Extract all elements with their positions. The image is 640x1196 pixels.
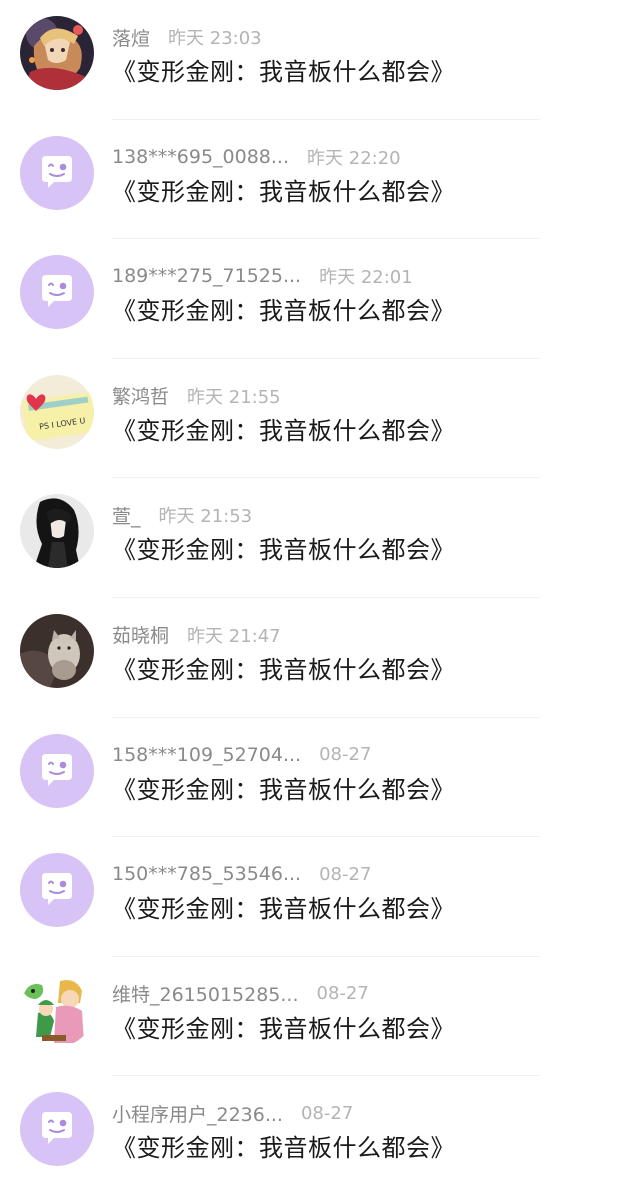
- list-item[interactable]: 138***695_0088... 昨天 22:20 《变形金刚：我音板什么都会…: [0, 120, 640, 240]
- username[interactable]: 维特_2615015285...: [112, 980, 299, 1007]
- username[interactable]: 落煊: [112, 24, 150, 51]
- username[interactable]: 158***109_52704...: [112, 744, 301, 766]
- comment-text: 《变形金刚：我音板什么都会》: [112, 416, 455, 445]
- timestamp: 昨天 21:47: [187, 625, 281, 647]
- timestamp: 昨天 21:55: [187, 386, 281, 408]
- avatar[interactable]: [20, 1092, 94, 1167]
- comment-text: 《变形金刚：我音板什么都会》: [112, 775, 455, 804]
- avatar[interactable]: [20, 135, 94, 210]
- default-chat-avatar-icon: [20, 853, 94, 928]
- comment-text: 《变形金刚：我音板什么都会》: [112, 297, 455, 326]
- comment-list: 落煊 昨天 23:03 《变形金刚：我音板什么都会》 138***695_008…: [0, 0, 640, 1196]
- cat-avatar-icon: [20, 613, 94, 688]
- default-chat-avatar-icon: [20, 135, 94, 210]
- comment-text: 《变形金刚：我音板什么都会》: [112, 1134, 455, 1163]
- dark-hair-avatar-icon: [20, 494, 94, 569]
- list-item[interactable]: 189***275_71525... 昨天 22:01 《变形金刚：我音板什么都…: [0, 239, 640, 359]
- avatar[interactable]: [20, 972, 94, 1047]
- default-chat-avatar-icon: [20, 1092, 94, 1167]
- username[interactable]: 小程序用户_2236...: [112, 1100, 283, 1127]
- avatar[interactable]: [20, 494, 94, 569]
- comment-text: 《变形金刚：我音板什么都会》: [112, 895, 455, 924]
- anime-avatar-icon: [20, 16, 94, 90]
- avatar[interactable]: [20, 613, 94, 688]
- list-item[interactable]: 萱_ 昨天 21:53 《变形金刚：我音板什么都会》: [0, 478, 640, 598]
- comment-text: 《变形金刚：我音板什么都会》: [112, 177, 455, 206]
- list-item[interactable]: 维特_2615015285... 08-27 《变形金刚：我音板什么都会》: [0, 957, 640, 1077]
- default-chat-avatar-icon: [20, 733, 94, 808]
- timestamp: 08-27: [319, 863, 372, 885]
- avatar[interactable]: [20, 853, 94, 928]
- list-item[interactable]: 150***785_53546... 08-27 《变形金刚：我音板什么都会》: [0, 837, 640, 957]
- timestamp: 08-27: [316, 983, 369, 1005]
- avatar[interactable]: [20, 255, 94, 330]
- timestamp: 昨天 22:01: [319, 267, 413, 289]
- avatar[interactable]: [20, 16, 94, 90]
- love-note-avatar-icon: PS I LOVE U: [20, 374, 94, 449]
- timestamp: 昨天 22:20: [307, 147, 401, 169]
- timestamp: 08-27: [319, 744, 372, 766]
- comment-text: 《变形金刚：我音板什么都会》: [112, 1014, 455, 1043]
- list-item[interactable]: 小程序用户_2236... 08-27 《变形金刚：我音板什么都会》: [0, 1076, 640, 1196]
- comment-text: 《变形金刚：我音板什么都会》: [112, 58, 455, 86]
- username[interactable]: 138***695_0088...: [112, 146, 289, 168]
- list-item[interactable]: 落煊 昨天 23:03 《变形金刚：我音板什么都会》: [0, 0, 640, 120]
- cartoon-avatar-icon: [20, 972, 94, 1047]
- list-item[interactable]: 158***109_52704... 08-27 《变形金刚：我音板什么都会》: [0, 718, 640, 838]
- comment-text: 《变形金刚：我音板什么都会》: [112, 655, 455, 684]
- comment-text: 《变形金刚：我音板什么都会》: [112, 536, 455, 565]
- list-item[interactable]: 茹晓桐 昨天 21:47 《变形金刚：我音板什么都会》: [0, 598, 640, 718]
- timestamp: 昨天 21:53: [158, 506, 253, 528]
- list-item[interactable]: PS I LOVE U 繁鸿哲 昨天 21:55 《变形金刚：我音板什么都会》: [0, 359, 640, 479]
- timestamp: 08-27: [300, 1102, 354, 1124]
- default-chat-avatar-icon: [20, 255, 94, 330]
- username[interactable]: 茹晓桐: [112, 621, 169, 648]
- username[interactable]: 189***275_71525...: [112, 265, 301, 287]
- username[interactable]: 萱_: [112, 502, 141, 529]
- timestamp: 昨天 23:03: [168, 28, 262, 49]
- username[interactable]: 繁鸿哲: [112, 382, 169, 409]
- username[interactable]: 150***785_53546...: [112, 863, 301, 885]
- avatar[interactable]: [20, 733, 94, 808]
- avatar[interactable]: PS I LOVE U: [20, 374, 94, 449]
